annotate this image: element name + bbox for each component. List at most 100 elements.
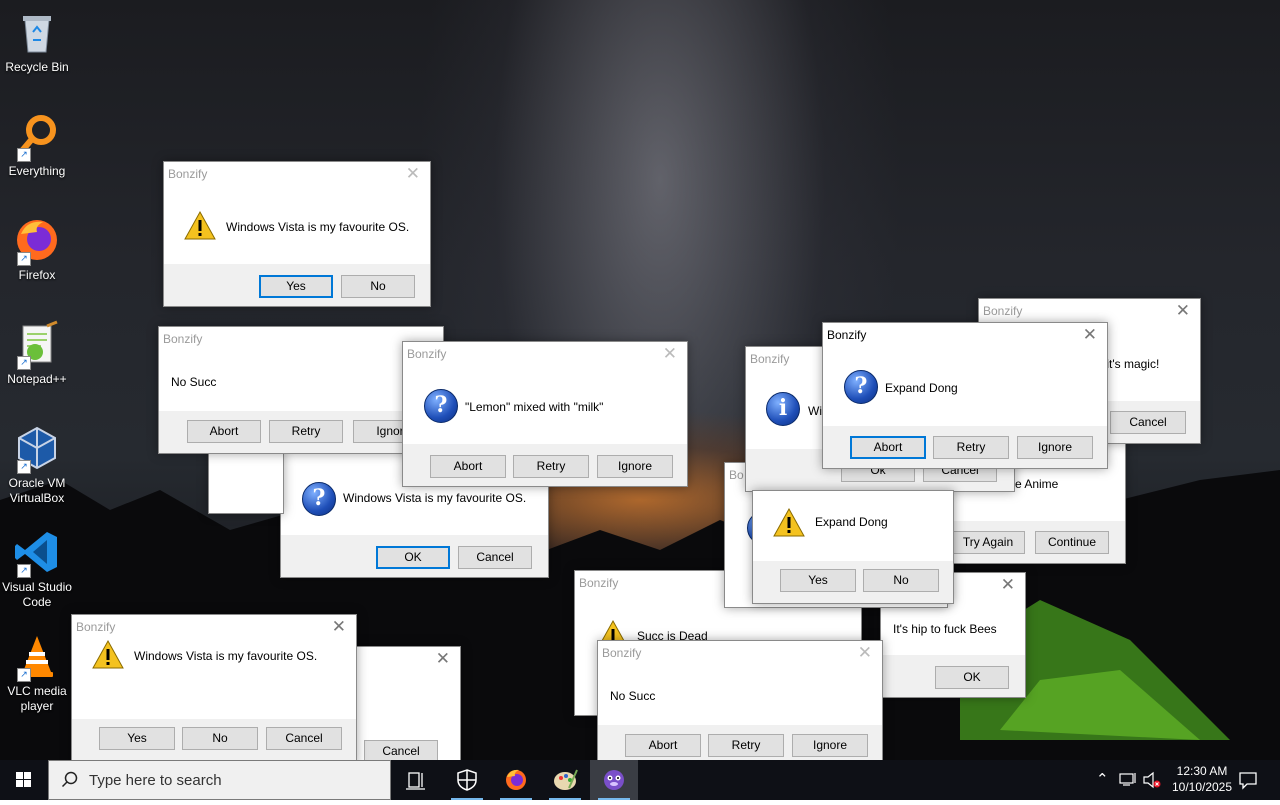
close-icon[interactable]: ✕ — [406, 164, 420, 184]
network-icon[interactable] — [1118, 771, 1138, 789]
abort-button[interactable]: Abort — [187, 420, 261, 443]
dialog-d1[interactable]: Bonzify ✕ Windows Vista is my favourite O… — [163, 161, 431, 307]
dialog-d10[interactable]: Expand Dong Yes No — [752, 490, 954, 604]
abort-button[interactable]: Abort — [625, 734, 701, 757]
everything-search-icon: ↗ — [13, 112, 61, 162]
retry-button[interactable]: Retry — [513, 455, 589, 478]
dialog-title: Bonzify — [168, 167, 208, 181]
dialog-message: Expand Dong — [815, 515, 888, 529]
cancel-button[interactable]: Cancel — [364, 740, 438, 760]
abort-button[interactable]: Abort — [430, 455, 506, 478]
cancel-button[interactable]: Cancel — [1110, 411, 1186, 434]
close-icon[interactable]: ✕ — [1176, 301, 1190, 321]
cancel-button[interactable]: Cancel — [266, 727, 342, 750]
shortcut-arrow-icon: ↗ — [17, 252, 31, 266]
close-icon[interactable]: ✕ — [1001, 575, 1015, 595]
desktop-icon-label: Notepad++ — [7, 372, 67, 386]
dialog-message: No Succ — [171, 375, 217, 389]
windows-logo-icon — [16, 772, 31, 787]
clock-time: 12:30 AM — [1176, 764, 1228, 778]
close-icon[interactable]: ✕ — [332, 617, 346, 637]
dialog-message: Windows Vista is my favourite OS. — [343, 491, 527, 505]
desktop-icon-vscode[interactable]: ↗ Visual Studio Code — [0, 528, 74, 610]
start-button[interactable] — [0, 760, 48, 800]
taskbar-firefox[interactable] — [492, 760, 540, 800]
dialog-title: Bonzify — [579, 576, 619, 590]
desktop-icon-firefox[interactable]: ↗ Firefox — [0, 216, 74, 283]
dialog-d14[interactable]: Bonzify ✕ Windows Vista is my favourite O… — [71, 614, 357, 760]
dialog-title: Bo — [729, 468, 744, 482]
ok-button[interactable]: OK — [935, 666, 1009, 689]
dialog-title: Bonzify — [163, 332, 203, 346]
notepad-plus-plus-icon: ↗ — [13, 320, 61, 370]
taskbar-search-box[interactable]: Type here to search — [48, 760, 391, 800]
taskbar-bonzify[interactable] — [590, 760, 638, 800]
dialog-title: Bonzify — [983, 304, 1023, 318]
notifications-icon[interactable] — [1238, 770, 1258, 790]
desktop-icon-label: Oracle VM VirtualBox — [8, 476, 66, 505]
dialog-title: Bonzify — [827, 328, 867, 342]
ignore-button[interactable]: Ignore — [597, 455, 673, 478]
warning-icon — [773, 507, 805, 539]
dialog-message: No Succ — [610, 689, 656, 703]
close-icon[interactable]: ✕ — [436, 649, 450, 669]
firefox-icon — [506, 769, 526, 790]
vscode-icon: ↗ — [13, 528, 61, 578]
desktop-icon-vlc[interactable]: ↗ VLC media player — [0, 632, 74, 714]
continue-button[interactable]: Continue — [1035, 531, 1109, 554]
abort-button[interactable]: Abort — [850, 436, 926, 459]
dialog-message: Windows Vista is my favourite OS. — [226, 220, 410, 234]
taskbar-paint[interactable] — [541, 760, 589, 800]
dialog-message: Wi — [808, 404, 822, 418]
show-hidden-icons-chevron-icon[interactable]: ⌃ — [1096, 770, 1109, 788]
task-view-button[interactable] — [392, 760, 440, 800]
no-button[interactable]: No — [863, 569, 939, 592]
shortcut-arrow-icon: ↗ — [17, 356, 31, 370]
retry-button[interactable]: Retry — [933, 436, 1009, 459]
close-icon[interactable]: ✕ — [1083, 325, 1097, 345]
ignore-button[interactable]: Ignore — [1017, 436, 1093, 459]
recycle-bin-icon — [13, 8, 61, 56]
dialog-title: Bonzify — [76, 620, 116, 634]
retry-button[interactable]: Retry — [708, 734, 784, 757]
question-icon: ? — [844, 370, 878, 404]
desktop-icon-virtualbox[interactable]: ↗ Oracle VM VirtualBox — [0, 424, 74, 506]
yes-button[interactable]: Yes — [99, 727, 175, 750]
desktop-background: Recycle Bin ↗ Everything ↗ Firefox ↗ Not… — [0, 0, 1280, 760]
volume-muted-icon[interactable] — [1142, 771, 1162, 789]
dialog-d6[interactable]: Bonzify ✕ ? Expand Dong Abort Retry Ignor… — [822, 322, 1108, 469]
windows-security-shield-icon — [457, 769, 477, 791]
dialog-title: Bonzify — [750, 352, 790, 366]
question-icon: ? — [302, 482, 336, 516]
taskbar-security-app[interactable] — [443, 760, 491, 800]
firefox-icon: ↗ — [13, 216, 61, 266]
retry-button[interactable]: Retry — [269, 420, 343, 443]
search-icon — [61, 771, 78, 788]
ok-button[interactable]: OK — [376, 546, 450, 569]
taskbar: Type here to search ⌃ 12:30 AM 10/10/202… — [0, 760, 1280, 800]
try-again-button[interactable]: Try Again — [951, 531, 1025, 554]
dialog-d15[interactable]: ✕ Cancel — [345, 646, 461, 760]
no-button[interactable]: No — [182, 727, 258, 750]
cancel-button[interactable]: Cancel — [458, 546, 532, 569]
shortcut-arrow-icon: ↗ — [17, 564, 31, 578]
dialog-d13[interactable]: Bonzify ✕ No Succ Abort Retry Ignore — [597, 640, 883, 760]
search-placeholder: Type here to search — [89, 772, 222, 789]
yes-button[interactable]: Yes — [780, 569, 856, 592]
system-clock[interactable]: 12:30 AM 10/10/2025 — [1162, 763, 1242, 795]
close-icon[interactable]: ✕ — [663, 344, 677, 364]
dialog-blank — [208, 450, 284, 514]
close-icon[interactable]: ✕ — [858, 643, 872, 663]
shortcut-arrow-icon: ↗ — [17, 148, 31, 162]
yes-button[interactable]: Yes — [259, 275, 333, 298]
desktop-icon-label: Visual Studio Code — [2, 580, 72, 609]
desktop-icon-notepad-plus-plus[interactable]: ↗ Notepad++ — [0, 320, 74, 387]
desktop-icon-label: Firefox — [18, 268, 56, 282]
paint-palette-icon — [554, 769, 578, 790]
dialog-d3[interactable]: Bonzify ✕ ? "Lemon" mixed with "milk" Abo… — [402, 341, 688, 487]
desktop-icon-recycle-bin[interactable]: Recycle Bin — [0, 8, 74, 75]
info-icon: i — [766, 392, 800, 426]
no-button[interactable]: No — [341, 275, 415, 298]
desktop-icon-everything[interactable]: ↗ Everything — [0, 112, 74, 179]
ignore-button[interactable]: Ignore — [792, 734, 868, 757]
